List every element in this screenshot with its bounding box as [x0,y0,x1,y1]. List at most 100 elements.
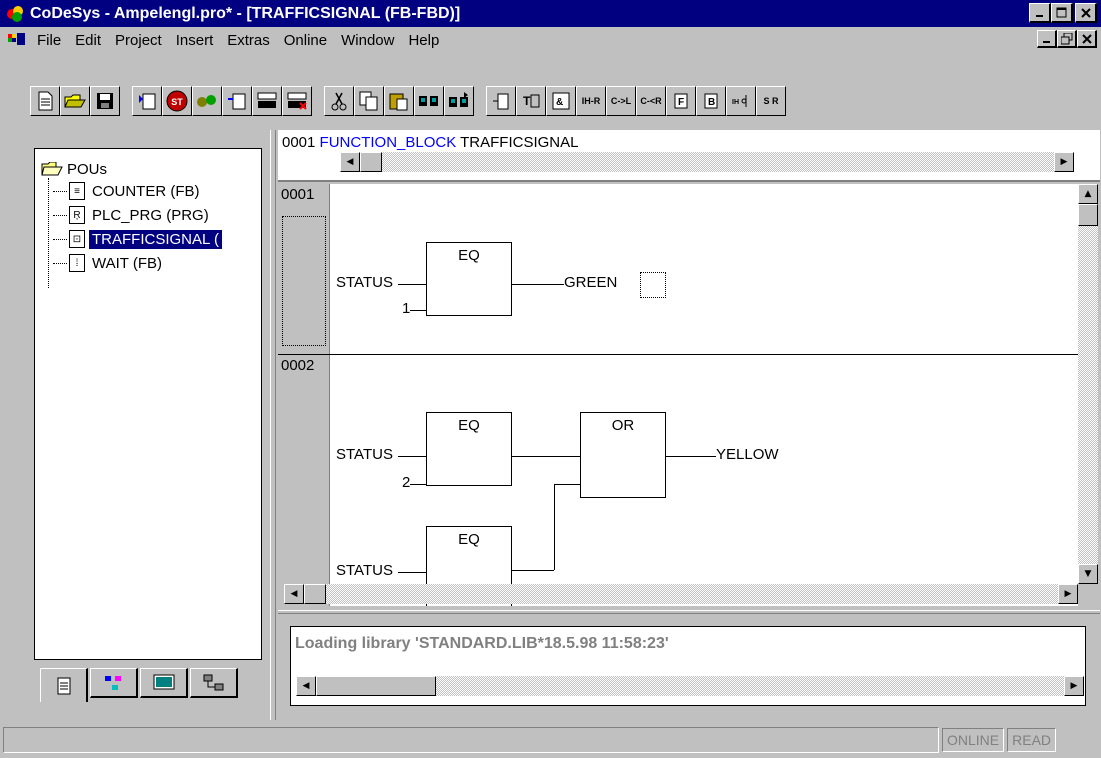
tree-item-label: COUNTER (FB) [92,182,200,200]
output-placeholder[interactable] [640,272,666,298]
copy-button[interactable] [354,86,384,116]
scroll-left-button[interactable]: ◀ [284,584,304,604]
tab-resources[interactable] [190,668,238,698]
save-icon [97,93,113,109]
run-icon [197,95,216,107]
breakpoint-button[interactable] [222,86,252,116]
menu-file[interactable]: File [30,32,68,49]
assign-button[interactable]: F [666,86,696,116]
menu-window[interactable]: Window [334,32,401,49]
scroll-right-button[interactable]: ▶ [1054,152,1074,172]
input-status-3[interactable]: STATUS [336,562,393,579]
scroll-thumb[interactable] [360,152,382,172]
pane-splitter[interactable] [270,130,276,720]
jump-button[interactable]: C->L [606,86,636,116]
output-green[interactable]: GREEN [564,274,617,291]
fb-or[interactable]: OR [580,412,666,498]
menu-extras[interactable]: Extras [220,32,277,49]
close-button[interactable] [1075,3,1097,23]
fb-eq-1[interactable]: EQ [426,242,512,316]
tree-item-wait[interactable]: ⁞ WAIT (FB) [53,251,261,275]
find-button[interactable] [414,86,444,116]
editor-hscrollbar[interactable]: ◀ ▶ [284,584,1078,604]
mdi-restore-button[interactable] [1057,30,1077,48]
fbd-editor[interactable]: 0001 EQ STATUS 1 GREEN 0002 EQ STATUS 2 … [278,184,1078,606]
object-organizer: POUs ≡ COUNTER (FB) Ŗ PLC_PRG (PRG) ⊡ TR… [34,148,262,660]
tab-visualizations[interactable] [140,668,188,698]
save-button[interactable] [90,86,120,116]
declaration-keyword: FUNCTION_BLOCK [319,134,457,151]
login-button[interactable] [132,86,162,116]
scroll-thumb[interactable] [316,676,436,696]
status-message [3,727,939,753]
codesys-app-icon[interactable] [6,5,24,23]
declaration-hscrollbar[interactable]: ◀ ▶ [340,152,1074,172]
output-yellow[interactable]: YELLOW [716,446,779,463]
new-button[interactable] [30,86,60,116]
box-button[interactable]: T [516,86,546,116]
mdi-minimize-button[interactable] [1037,30,1057,48]
paste-button[interactable] [384,86,414,116]
comment-button[interactable]: B [696,86,726,116]
return-button[interactable]: C-<R [636,86,666,116]
message-hscrollbar[interactable]: ◀ ▶ [296,676,1084,696]
assign-icon: F [674,93,688,109]
input-status-2[interactable]: STATUS [336,446,393,463]
menu-insert[interactable]: Insert [169,32,221,49]
mdi-close-button[interactable] [1077,30,1097,48]
menu-help[interactable]: Help [401,32,446,49]
menu-online[interactable]: Online [277,32,334,49]
input-const-1[interactable]: 1 [402,300,410,317]
status-online: ONLINE [942,728,1005,752]
maximize-button[interactable] [1051,3,1073,23]
scroll-down-button[interactable]: ▼ [1078,564,1098,584]
scroll-thumb[interactable] [304,584,326,604]
tree-item-counter[interactable]: ≡ COUNTER (FB) [53,179,261,203]
folder-open-icon [41,161,63,176]
step-over-button[interactable] [252,86,282,116]
fb-doc-icon: ≡ [69,182,85,200]
scroll-up-button[interactable]: ▲ [1078,184,1098,204]
data-types-tab-icon [104,675,121,690]
run-button[interactable] [192,86,222,116]
return-icon: C-<R [640,96,662,106]
menu-edit[interactable]: Edit [68,32,108,49]
tree-root-pous[interactable]: POUs [41,159,261,179]
editor-vscrollbar[interactable]: ▲ ▼ [1078,184,1098,584]
fb-eq-2[interactable]: EQ [426,412,512,486]
scroll-left-button[interactable]: ◀ [340,152,360,172]
tree-item-trafficsignal[interactable]: ⊡ TRAFFICSIGNAL ( [53,227,261,251]
output-button[interactable]: IH-R [576,86,606,116]
input-status-1[interactable]: STATUS [336,274,393,291]
paste-icon [389,93,408,111]
svg-text:IH: IH [732,99,739,106]
minimize-button[interactable] [1029,3,1051,23]
find-next-button[interactable] [444,86,474,116]
input-button[interactable]: & [546,86,576,116]
network-before-button[interactable] [486,86,516,116]
tab-data-types[interactable] [90,668,138,698]
message-splitter[interactable] [278,610,1100,614]
input-const-2[interactable]: 2 [402,474,410,491]
network-number[interactable]: 0001 [278,184,330,354]
step-in-icon [287,92,307,110]
cut-button[interactable] [324,86,354,116]
step-in-button[interactable] [282,86,312,116]
scroll-thumb[interactable] [1078,204,1098,226]
title-bar: CoDeSys - Ampelengl.pro* - [TRAFFICSIGNA… [0,0,1101,27]
declaration-line-number: 0001 [282,134,316,151]
scroll-right-button[interactable]: ▶ [1064,676,1084,696]
menu-project[interactable]: Project [108,32,169,49]
set-reset-button[interactable]: S R [756,86,786,116]
scroll-right-button[interactable]: ▶ [1058,584,1078,604]
stop-button[interactable]: ST [162,86,192,116]
negate-button[interactable]: IH [726,86,756,116]
cut-icon [331,92,347,111]
tree-item-plc-prg[interactable]: Ŗ PLC_PRG (PRG) [53,203,261,227]
tab-pous[interactable] [40,668,88,702]
scroll-left-button[interactable]: ◀ [296,676,316,696]
open-button[interactable] [60,86,90,116]
mdi-child-icon[interactable] [8,32,26,48]
comment-icon: B [704,93,718,109]
network-number[interactable]: 0002 [278,355,330,606]
